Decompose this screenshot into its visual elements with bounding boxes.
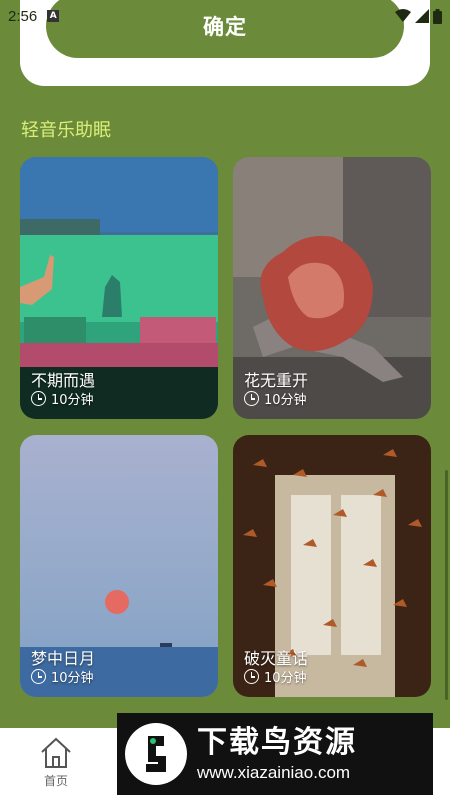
battery-icon <box>433 8 442 24</box>
section-title: 轻音乐助眠 <box>21 120 111 141</box>
watermark-logo-icon <box>125 723 187 785</box>
status-icons <box>395 8 442 24</box>
status-time: 2:56 <box>8 7 38 25</box>
nav-home-label: 首页 <box>43 774 68 788</box>
nav-home[interactable]: 首页 <box>30 736 82 796</box>
music-card-3[interactable]: 梦中日月 10分钟 <box>20 435 218 697</box>
watermark: 下载鸟资源 www.xiazainiao.com <box>117 713 433 795</box>
clock-icon <box>31 391 46 406</box>
clock-icon <box>244 391 259 406</box>
clock-icon <box>244 669 259 684</box>
music-card-4[interactable]: 破灭童话 10分钟 <box>233 435 431 697</box>
watermark-url: www.xiazainiao.com <box>197 763 351 782</box>
card-title: 不期而遇 <box>31 371 96 390</box>
card-title: 破灭童话 <box>244 649 309 668</box>
card-duration: 10分钟 <box>244 389 307 408</box>
watermark-title: 下载鸟资源 <box>197 725 357 760</box>
notification-icon: A <box>47 10 60 22</box>
duration-text: 10分钟 <box>51 671 94 686</box>
signal-icon <box>415 9 429 23</box>
status-bar: 2:56 A <box>0 0 450 32</box>
scrollbar[interactable] <box>445 470 448 700</box>
card-duration: 10分钟 <box>31 667 94 686</box>
music-card-1[interactable]: 不期而遇 10分钟 <box>20 157 218 419</box>
duration-text: 10分钟 <box>264 393 307 408</box>
home-icon <box>41 737 71 768</box>
music-card-2[interactable]: 花无重开 10分钟 <box>233 157 431 419</box>
card-duration: 10分钟 <box>244 667 307 686</box>
card-title: 花无重开 <box>244 371 309 390</box>
duration-text: 10分钟 <box>264 671 307 686</box>
clock-icon <box>31 669 46 684</box>
card-duration: 10分钟 <box>31 389 94 408</box>
wifi-icon <box>395 9 411 22</box>
duration-text: 10分钟 <box>51 393 94 408</box>
card-title: 梦中日月 <box>31 649 96 668</box>
